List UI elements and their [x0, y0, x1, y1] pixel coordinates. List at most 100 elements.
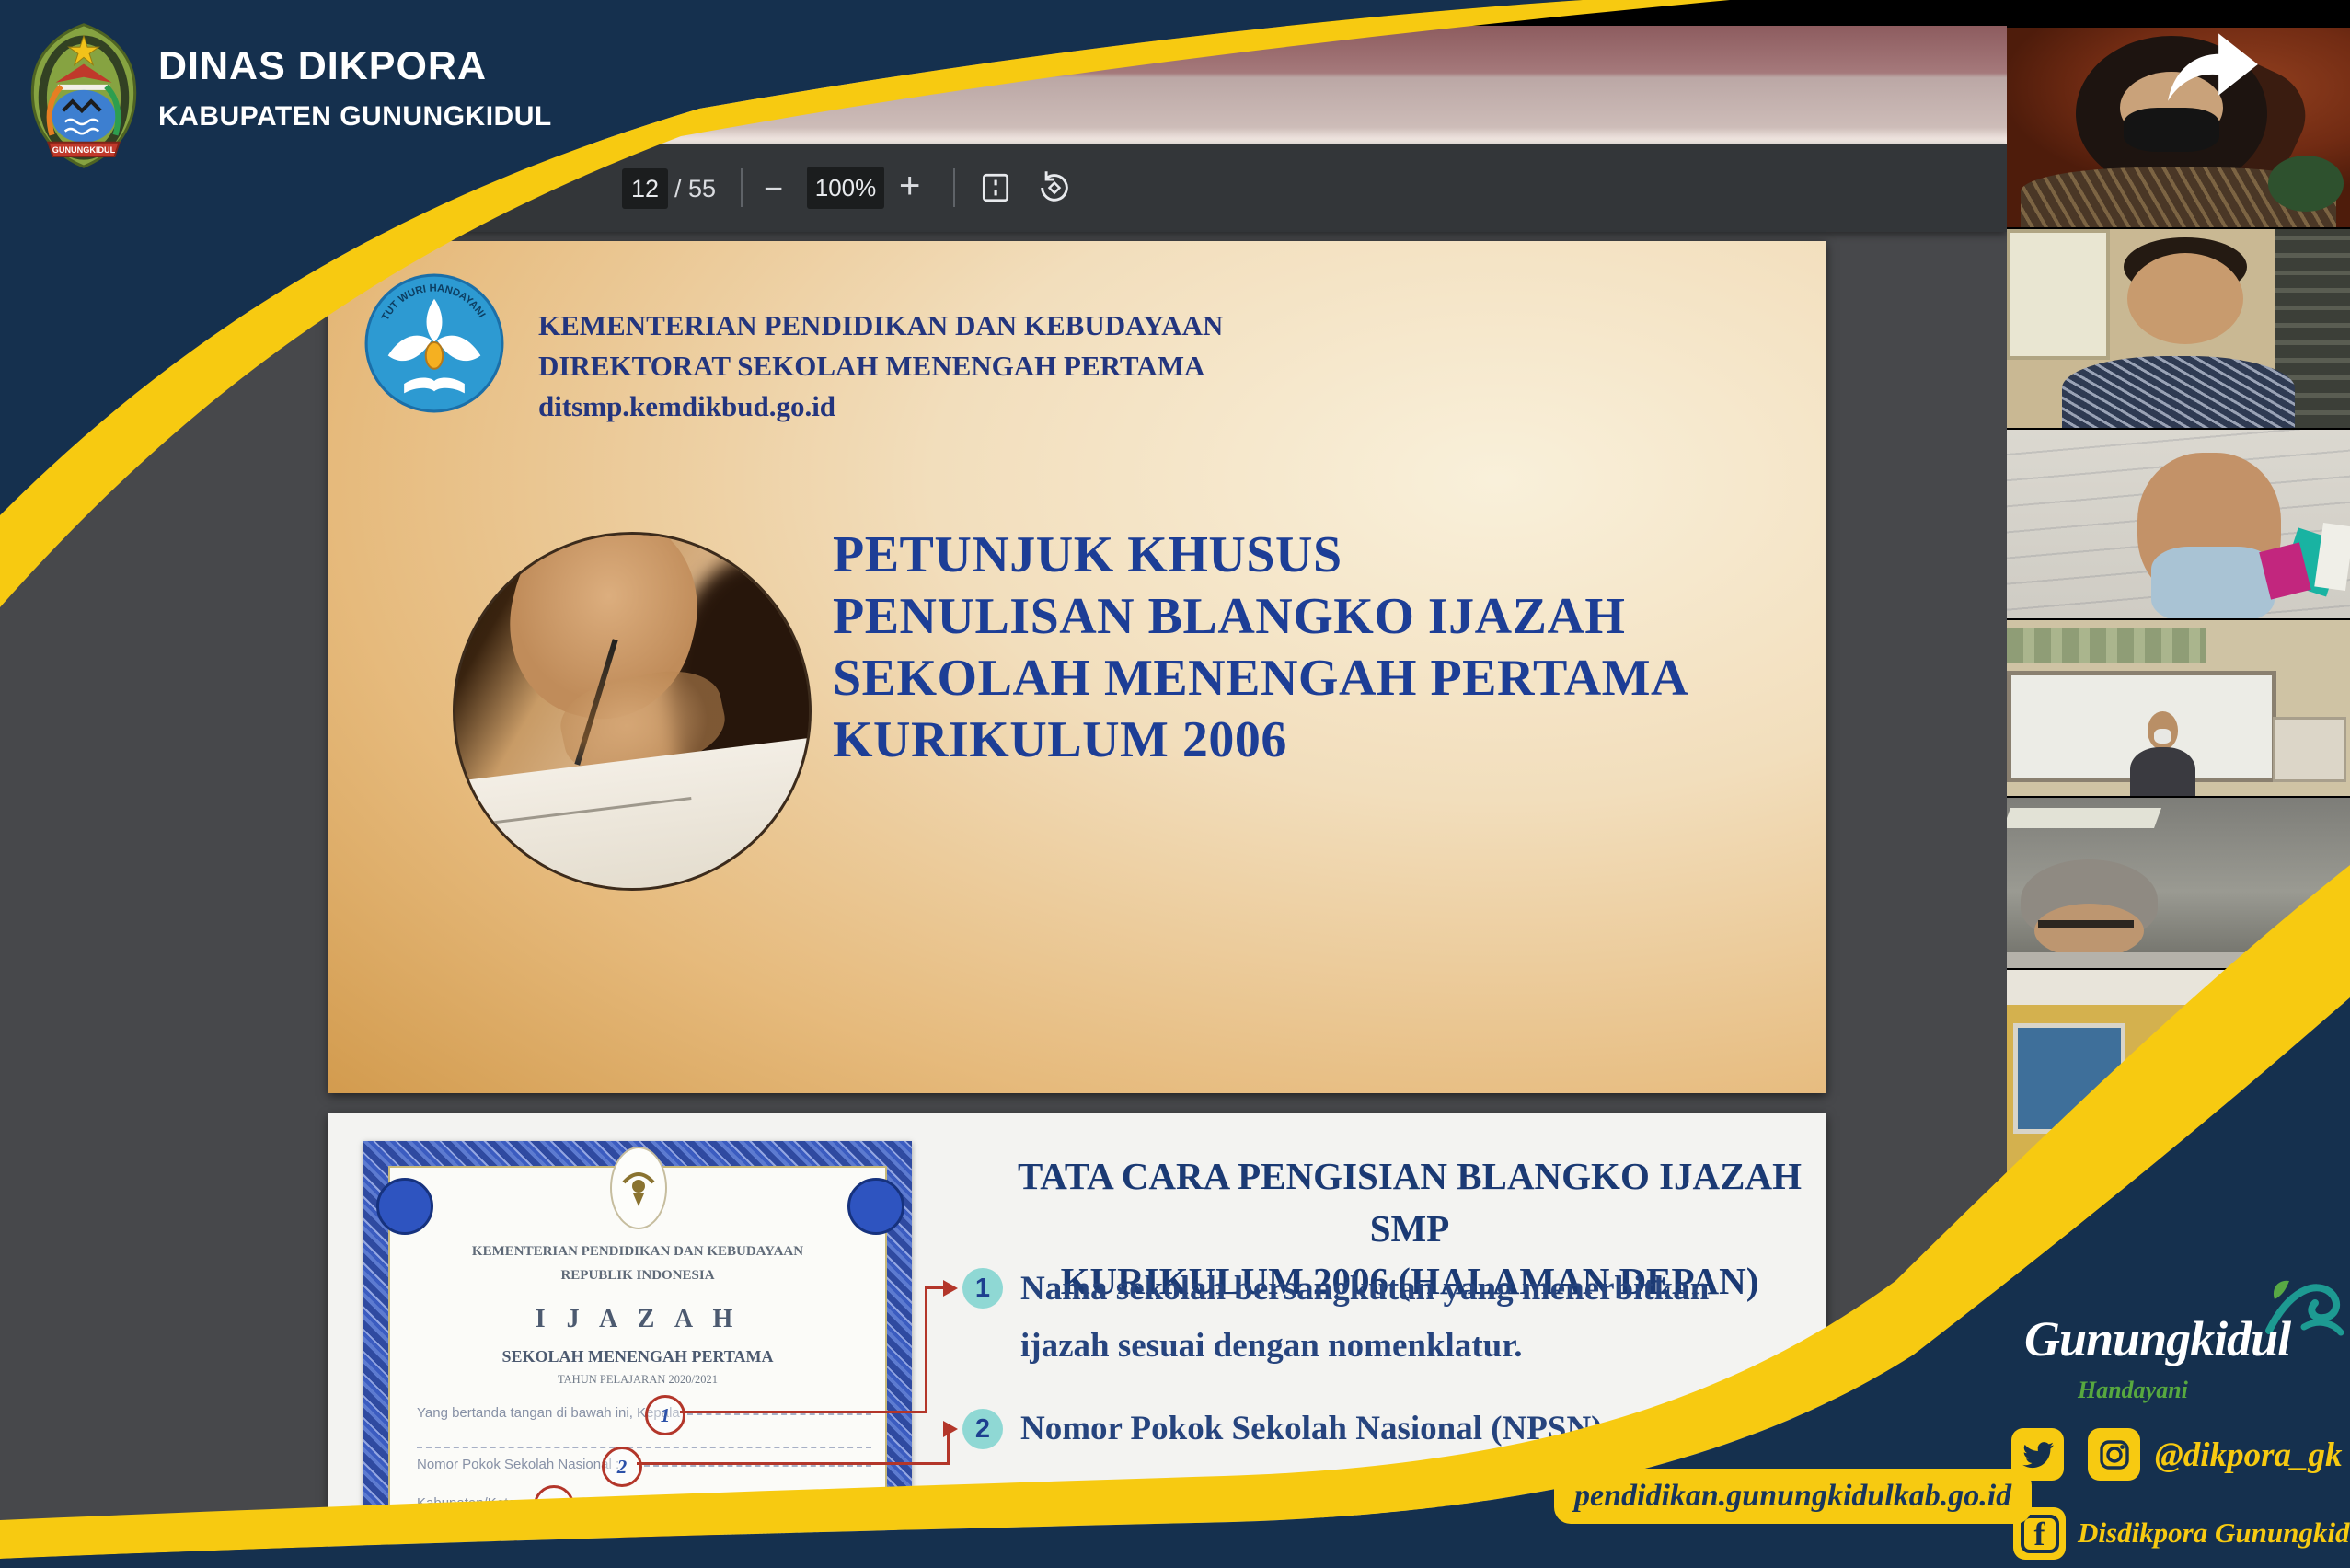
screen-share-area: / 55 − 100% + [0, 26, 2007, 1568]
window [2007, 229, 2110, 360]
participant-video-4[interactable] [2007, 620, 2350, 798]
cert-fill-line [644, 1465, 871, 1467]
page-total-label: / 55 [674, 175, 716, 203]
red-arrowhead [943, 1499, 958, 1516]
cert-field4-label: Provinsi [417, 1528, 466, 1543]
cert-fill-line [417, 1447, 871, 1448]
person-face [2127, 253, 2244, 344]
fit-page-icon [978, 170, 1013, 205]
list-item-2: Nomor Pokok Sekolah Nasional (NPSN) [1020, 1401, 1603, 1458]
list-item-3: Nama nomenklatur kabupaten/kota*) ( menc… [1020, 1480, 1590, 1568]
face-mask [2124, 108, 2219, 152]
list-item-1-line2: ijazah sesuai dengan nomenklatur. [1020, 1318, 1709, 1375]
slide-page-12: TUT WURI HANDAYANI KEMENTERIAN PENDIDIKA… [328, 241, 1826, 1093]
cert-org2: REPUBLIK INDONESIA [363, 1268, 912, 1284]
ceiling-light [2007, 808, 2161, 828]
kemdikbud-logo: TUT WURI HANDAYANI [363, 269, 505, 418]
toolbar-divider [741, 168, 743, 207]
zoom-level-value[interactable]: 100% [807, 167, 884, 209]
garuda-emblem [610, 1147, 667, 1229]
cert-mark-2: 2 [602, 1447, 642, 1487]
agency-region: KABUPATEN GUNUNGKIDUL [158, 101, 552, 133]
handayani-tagline: Handayani [2078, 1377, 2188, 1404]
red-arrowhead [943, 1280, 958, 1297]
cert-title: I J A Z A H [363, 1305, 912, 1334]
red-arrowhead [943, 1421, 958, 1437]
participant-video-3[interactable] [2007, 430, 2350, 620]
person-face [2034, 904, 2144, 958]
red-connector [569, 1505, 943, 1508]
window [2013, 1023, 2125, 1134]
list-bullet-1: 1 [962, 1268, 1003, 1309]
org-line-2: DIREKTORAT SEKOLAH MENENGAH PERTAMA [538, 346, 1223, 386]
org-line-1: KEMENTERIAN PENDIDIKAN DAN KEBUDAYAAN [538, 306, 1223, 346]
cert-mark-4: 4 [477, 1517, 517, 1558]
slide2-heading-line1: TATA CARA PENGISIAN BLANGKO IJAZAH SMP [986, 1150, 1833, 1255]
pencil-stroke [453, 797, 692, 832]
list-item-1-line1: Nama sekolah bersangkutan yang menerbitk… [1020, 1261, 1709, 1318]
ceiling [2007, 970, 2350, 1005]
person-body [2130, 747, 2195, 796]
cert-field2-label: Nomor Pokok Sekolah Nasional : [417, 1457, 619, 1472]
cert-field1-label: Yang bertanda tangan di bawah ini, Kepal… [417, 1405, 680, 1421]
rotate-button[interactable] [1034, 167, 1075, 208]
cert-field3-label: Kabupaten/Kota [417, 1495, 516, 1511]
garuda-icon [620, 1164, 657, 1212]
toolbar-divider [953, 168, 955, 207]
red-connector [637, 1462, 950, 1465]
title-line-3: SEKOLAH MENENGAH PERTAMA [833, 648, 1688, 709]
zoom-out-button[interactable]: − [764, 169, 783, 208]
page-number-input[interactable] [622, 168, 668, 209]
list-item-3-line1: Nama nomenklatur kabupaten/kota*) ( [1020, 1480, 1590, 1537]
ijazah-certificate-image: KEMENTERIAN PENDIDIKAN DAN KEBUDAYAAN RE… [363, 1141, 912, 1568]
hand-writing-photo [453, 532, 812, 891]
fit-page-button[interactable] [975, 167, 1016, 208]
batik-shirt [2062, 356, 2296, 428]
slide-title: PETUNJUK KHUSUS PENULISAN BLANGKO IJAZAH… [833, 525, 1688, 771]
face-mask [2154, 729, 2171, 743]
gunungkidul-crest: GUNUNGKIDUL [24, 20, 144, 171]
participant-video-5[interactable] [2007, 798, 2350, 970]
red-connector [680, 1411, 925, 1413]
instagram-button[interactable] [2088, 1428, 2140, 1481]
cert-school-level: SEKOLAH MENENGAH PERTAMA [363, 1347, 912, 1366]
cert-fill-line [687, 1413, 871, 1415]
certificate-corner-ornament [847, 1178, 904, 1235]
share-arrow-icon[interactable] [2160, 28, 2264, 103]
crest-banner-text: GUNUNGKIDUL [52, 145, 116, 155]
website-badge[interactable]: pendidikan.gunungkidulkab.go.id [1554, 1469, 2032, 1524]
plant [2268, 156, 2344, 212]
zoom-in-button[interactable]: + [899, 166, 920, 207]
red-connector [925, 1286, 927, 1413]
list-bullet-2: 2 [962, 1409, 1003, 1449]
gunungkidul-wordmark: Gunungkidul [2024, 1310, 2328, 1367]
person-silhouette [2110, 1098, 2254, 1191]
participant-video-2[interactable] [2007, 229, 2350, 430]
cert-year: TAHUN PELAJARAN 2020/2021 [363, 1373, 912, 1387]
social-handle: @dikpora_gk [2155, 1435, 2342, 1475]
list-item-2-line1: Nomor Pokok Sekolah Nasional (NPSN) [1020, 1401, 1603, 1458]
window-band [2007, 628, 2206, 663]
cabinet [2273, 717, 2347, 782]
title-line-1: PETUNJUK KHUSUS [833, 525, 1688, 586]
participant-video-6[interactable] [2007, 970, 2350, 1193]
list-item-3-line2: mencoret) m [1020, 1537, 1590, 1568]
list-bullet-3: 3 [964, 1489, 1005, 1529]
facebook-name: Disdikpora Gunungkidul [2078, 1516, 2350, 1550]
org-line-3: ditsmp.kemdikbud.go.id [538, 386, 1223, 427]
list-item-1: Nama sekolah bersangkutan yang menerbitk… [1020, 1261, 1709, 1375]
title-line-2: PENULISAN BLANGKO IJAZAH [833, 586, 1688, 648]
agency-title: DINAS DIKPORA [158, 44, 487, 89]
rotate-icon [1036, 169, 1073, 206]
screenshot-canvas: / 55 − 100% + [0, 0, 2350, 1568]
twitter-icon [2022, 1438, 2055, 1471]
cert-mark-1: 1 [645, 1395, 685, 1435]
slide-org-header: KEMENTERIAN PENDIDIKAN DAN KEBUDAYAAN DI… [538, 306, 1223, 427]
certificate-corner-ornament [376, 1178, 433, 1235]
instagram-icon [2098, 1438, 2131, 1471]
laptop-edge [2007, 952, 2350, 968]
pdf-toolbar: / 55 − 100% + [0, 144, 2007, 232]
face-mask [2151, 547, 2275, 620]
cert-org1: KEMENTERIAN PENDIDIKAN DAN KEBUDAYAAN [363, 1244, 912, 1260]
facebook-icon: f [2021, 1515, 2059, 1553]
